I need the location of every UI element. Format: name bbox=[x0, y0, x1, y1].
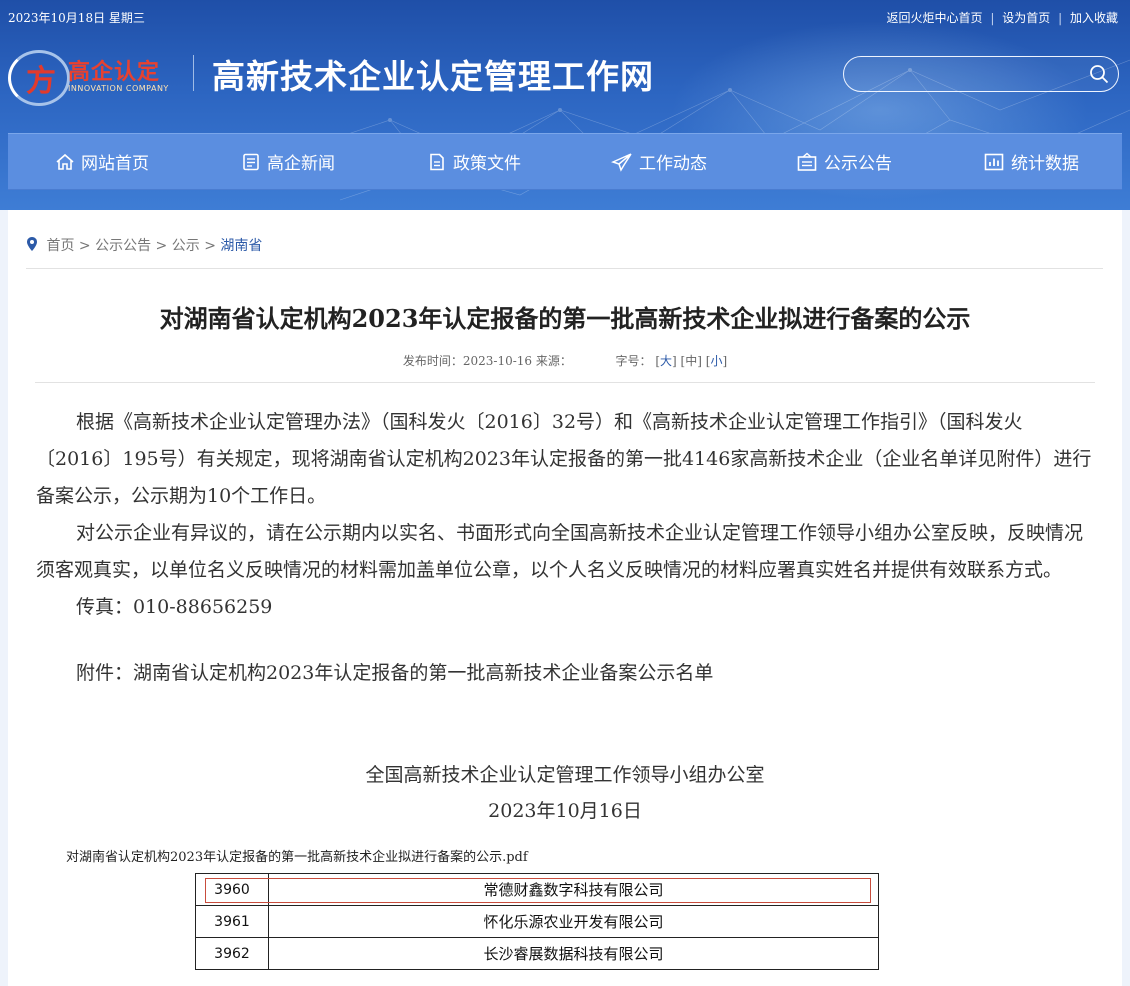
breadcrumb-separator: > bbox=[155, 238, 168, 254]
location-pin-icon bbox=[27, 237, 37, 251]
signature-org: 全国高新技术企业认定管理工作领导小组办公室 bbox=[365, 764, 765, 786]
link-separator: | bbox=[1058, 11, 1063, 25]
table-row: 3961 怀化乐源农业开发有限公司 bbox=[195, 905, 879, 938]
logo-brand-en: INNOVATION COMPANY bbox=[68, 84, 169, 93]
site-logo[interactable]: 方 高企认定 INNOVATION COMPANY bbox=[8, 46, 183, 106]
nav-label: 高企新闻 bbox=[267, 154, 335, 174]
article-paragraph: 根据《高新技术企业认定管理办法》（国科发火〔2016〕32号）和《高新技术企业认… bbox=[36, 411, 1092, 507]
nav-label: 网站首页 bbox=[81, 154, 149, 174]
announcement-icon bbox=[797, 152, 817, 171]
logo-brand-cn: 高企认定 bbox=[68, 60, 161, 85]
nav-label: 工作动态 bbox=[639, 154, 707, 174]
font-size-label: 字号： bbox=[615, 354, 652, 368]
article-meta: 发布时间：2023-10-16 来源： 字号： [大] [中] [小] bbox=[402, 354, 728, 368]
company-name: 怀化乐源农业开发有限公司 bbox=[268, 905, 879, 938]
breadcrumb: 首页 > 公示公告 > 公示 > 湖南省 bbox=[26, 235, 262, 255]
meta-divider bbox=[35, 382, 1095, 383]
nav-label: 政策文件 bbox=[453, 154, 521, 174]
nav-item-work-updates[interactable]: 工作动态 bbox=[611, 134, 707, 189]
link-add-favorite[interactable]: 加入收藏 bbox=[1070, 11, 1118, 25]
row-number: 3962 bbox=[195, 937, 269, 970]
search-box bbox=[843, 56, 1119, 92]
breadcrumb-home[interactable]: 首页 bbox=[46, 238, 74, 254]
table-row: 3962 长沙睿展数据科技有限公司 bbox=[195, 937, 879, 970]
paper-plane-icon bbox=[611, 152, 632, 172]
breadcrumb-notice[interactable]: 公示 bbox=[172, 238, 200, 254]
nav-item-statistics[interactable]: 统计数据 bbox=[983, 134, 1079, 189]
font-size-medium[interactable]: 中 bbox=[685, 354, 697, 368]
signature-date: 2023年10月16日 bbox=[488, 800, 642, 822]
breadcrumb-current[interactable]: 湖南省 bbox=[220, 238, 262, 254]
home-icon bbox=[56, 153, 74, 170]
breadcrumb-divider bbox=[26, 268, 1103, 269]
row-number: 3961 bbox=[195, 905, 269, 938]
top-links: 返回火炬中心首页 | 设为首页 | 加入收藏 bbox=[885, 9, 1120, 26]
publish-info: 发布时间：2023-10-16 来源： bbox=[402, 354, 572, 368]
pdf-filename[interactable]: 对湖南省认定机构2023年认定报备的第一批高新技术企业拟进行备案的公示.pdf bbox=[66, 846, 528, 865]
current-date: 2023年10月18日 星期三 bbox=[8, 11, 145, 25]
article-body: 根据《高新技术企业认定管理办法》（国科发火〔2016〕32号）和《高新技术企业认… bbox=[36, 404, 1094, 692]
nav-item-announcements[interactable]: 公示公告 bbox=[796, 134, 892, 189]
nav-label: 公示公告 bbox=[824, 154, 892, 174]
link-separator: | bbox=[990, 11, 995, 25]
top-bar: 2023年10月18日 星期三 返回火炬中心首页 | 设为首页 | 加入收藏 bbox=[0, 0, 1130, 32]
link-torch-home[interactable]: 返回火炬中心首页 bbox=[887, 11, 983, 25]
main-nav: 网站首页 高企新闻 政策文件 工作动态 公示公告 统计数据 bbox=[8, 133, 1122, 190]
attachment-line[interactable]: 附件：湖南省认定机构2023年认定报备的第一批高新技术企业备案公示名单 bbox=[36, 655, 1094, 692]
document-icon bbox=[430, 153, 444, 170]
font-size-large[interactable]: 大 bbox=[660, 354, 672, 368]
fax-line: 传真：010-88656259 bbox=[76, 596, 273, 618]
font-size-small[interactable]: 小 bbox=[710, 354, 722, 368]
chart-icon bbox=[984, 153, 1004, 170]
logo-mark-icon: 方 bbox=[26, 64, 56, 99]
nav-label: 统计数据 bbox=[1011, 154, 1079, 174]
article-title: 对湖南省认定机构2023年认定报备的第一批高新技术企业拟进行备案的公示 bbox=[159, 304, 971, 333]
article-paragraph: 对公示企业有异议的，请在公示期内以实名、书面形式向全国高新技术企业认定管理工作领… bbox=[36, 522, 1084, 581]
company-name: 长沙睿展数据科技有限公司 bbox=[268, 937, 879, 970]
row-highlight bbox=[205, 878, 871, 903]
nav-item-policy[interactable]: 政策文件 bbox=[427, 134, 521, 189]
nav-item-home[interactable]: 网站首页 bbox=[55, 134, 149, 189]
breadcrumb-separator: > bbox=[204, 238, 216, 254]
site-title: 高新技术企业认定管理工作网 bbox=[212, 57, 654, 96]
breadcrumb-announcements[interactable]: 公示公告 bbox=[95, 238, 151, 254]
news-icon bbox=[243, 153, 259, 170]
breadcrumb-separator: > bbox=[78, 238, 91, 254]
logo-divider bbox=[193, 55, 194, 91]
nav-item-news[interactable]: 高企新闻 bbox=[241, 134, 335, 189]
search-icon[interactable] bbox=[1089, 64, 1109, 84]
search-input[interactable] bbox=[858, 63, 1082, 87]
link-set-homepage[interactable]: 设为首页 bbox=[1002, 11, 1050, 25]
